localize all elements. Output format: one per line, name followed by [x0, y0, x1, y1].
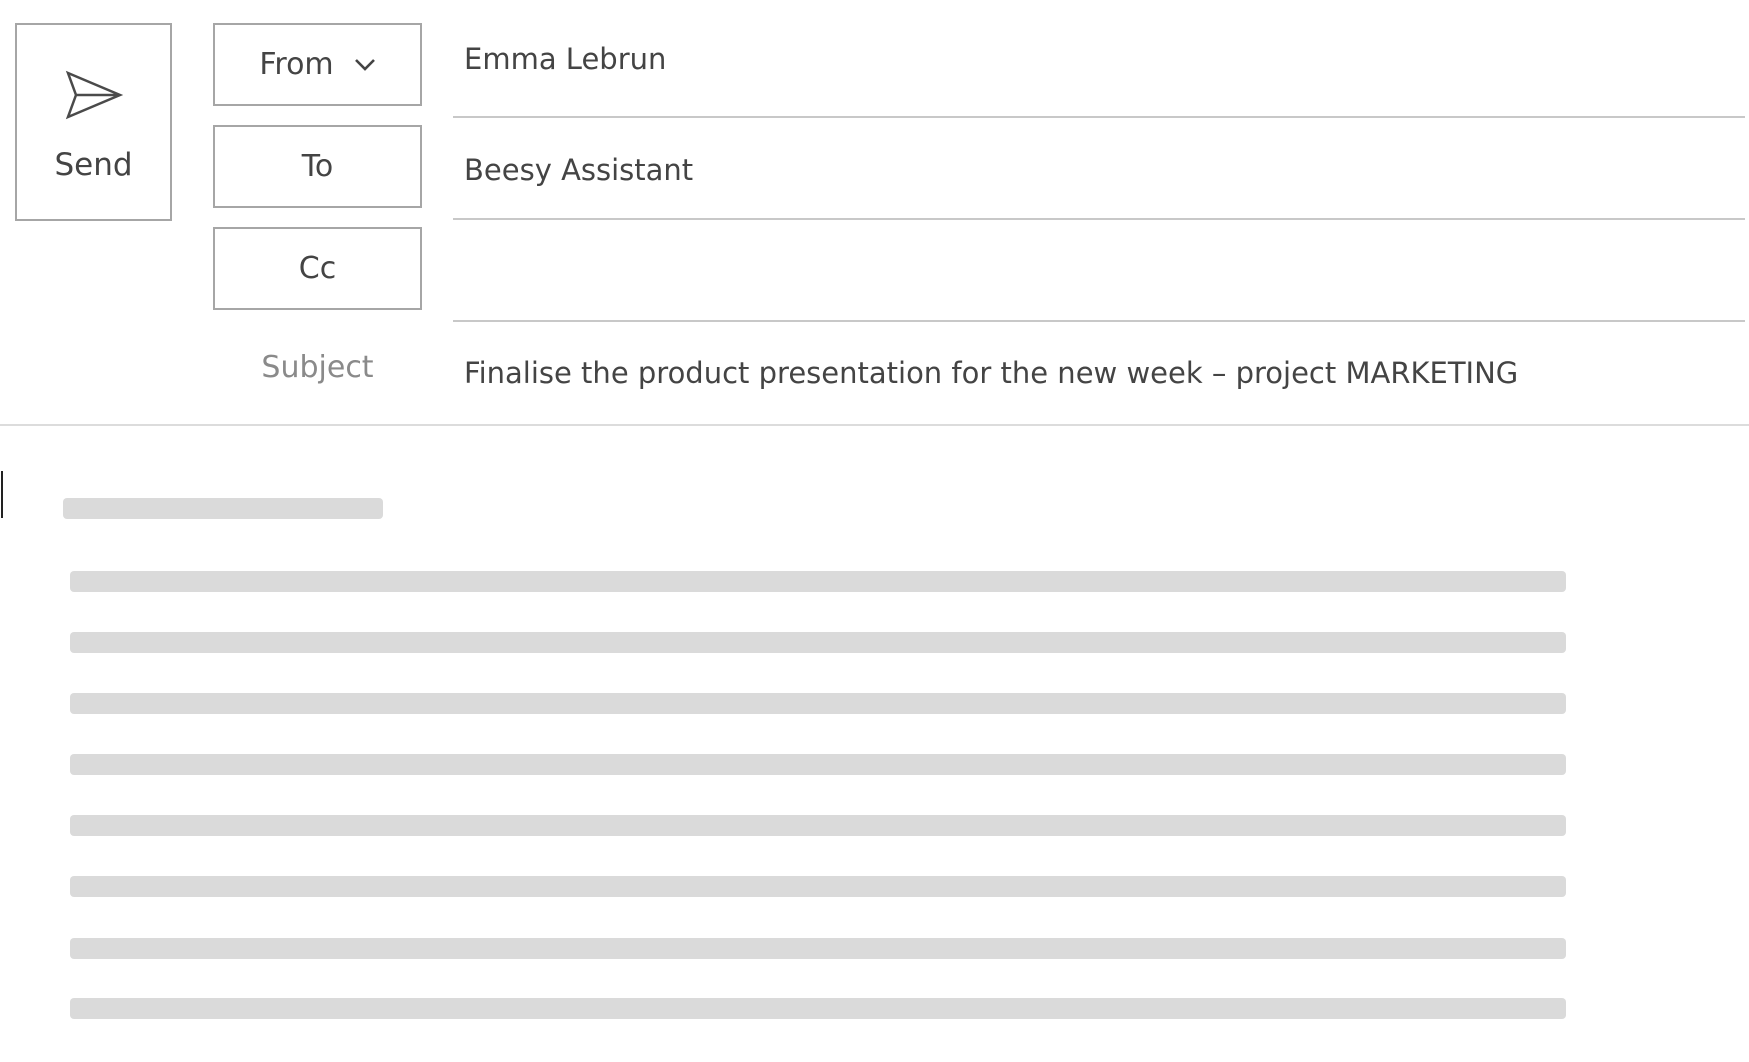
header-divider: [0, 424, 1749, 426]
chevron-down-icon: [354, 58, 375, 71]
cc-field-underline: [453, 320, 1745, 322]
send-label: Send: [54, 147, 133, 183]
body-skeleton-line: [70, 998, 1566, 1019]
from-label: From: [259, 47, 334, 82]
body-skeleton-title: [63, 498, 383, 519]
from-button[interactable]: From: [213, 23, 422, 106]
to-field[interactable]: Beesy Assistant: [464, 153, 693, 187]
body-skeleton-line: [70, 815, 1566, 836]
body-skeleton-line: [70, 571, 1566, 592]
text-cursor: [1, 471, 3, 518]
send-button[interactable]: Send: [15, 23, 172, 221]
body-skeleton-line: [70, 876, 1566, 897]
to-label: To: [301, 149, 334, 184]
body-skeleton-line: [70, 754, 1566, 775]
from-field-underline: [453, 116, 1745, 118]
cc-field[interactable]: [464, 255, 1744, 295]
body-skeleton-line: [70, 693, 1566, 714]
to-field-underline: [453, 218, 1745, 220]
subject-label: Subject: [261, 350, 374, 385]
subject-field[interactable]: Finalise the product presentation for th…: [464, 356, 1518, 390]
cc-button[interactable]: Cc: [213, 227, 422, 310]
cc-label: Cc: [298, 251, 337, 286]
from-field[interactable]: Emma Lebrun: [464, 42, 666, 76]
body-skeleton-line: [70, 938, 1566, 959]
body-skeleton-line: [70, 632, 1566, 653]
to-button[interactable]: To: [213, 125, 422, 208]
send-icon: [65, 70, 123, 120]
